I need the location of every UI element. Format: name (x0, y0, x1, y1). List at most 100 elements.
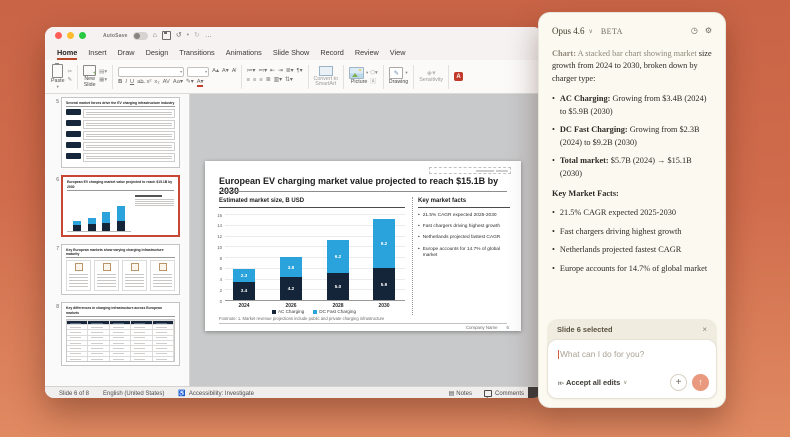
drawing-button[interactable]: ✎ ▾ Drawing (389, 67, 408, 85)
chevron-down-icon[interactable]: ∨ (589, 28, 593, 35)
zoom-window-button[interactable] (79, 32, 86, 39)
slide-title[interactable]: European EV charging market value projec… (219, 176, 507, 197)
layout-icon[interactable]: ▤▾ (99, 69, 107, 76)
chart-bar-2026[interactable]: 4.2 3.8 (280, 257, 302, 300)
legend-label: DC Fast Charging (319, 309, 357, 314)
decrease-font-icon[interactable]: A▾ (222, 68, 229, 75)
fast-forward-icon[interactable]: ▹▹ (558, 379, 564, 387)
tab-view[interactable]: View (390, 48, 406, 60)
slide-thumbnail-7[interactable]: Key European markets show varying chargi… (61, 243, 180, 296)
clipboard-group: Paste ▾ ✂ ✎ (51, 62, 72, 91)
tab-home[interactable]: Home (57, 48, 78, 60)
character-spacing-icon[interactable]: AV (163, 79, 170, 86)
undo-chevron-icon[interactable]: ▾ (187, 33, 189, 38)
save-icon[interactable] (161, 31, 171, 40)
tab-insert[interactable]: Insert (88, 48, 106, 60)
slide-facts-list[interactable]: • 21.5% CAGR expected 2025-2030 • Fast char… (418, 213, 510, 264)
language-label[interactable]: English (United States) (103, 391, 164, 397)
tab-slide-show[interactable]: Slide Show (273, 48, 310, 60)
bold-icon[interactable]: B (118, 79, 122, 86)
close-window-button[interactable] (55, 32, 62, 39)
facts-section-header[interactable]: Key market facts (418, 198, 466, 204)
composer: Slide 6 selected × What can I do for you… (547, 319, 717, 399)
home-icon[interactable]: ⌂ (153, 32, 157, 39)
highlight-icon[interactable]: ✎▾ (186, 79, 194, 86)
shapes-icon[interactable]: ⬠▾ (370, 70, 378, 77)
optional-placeholder-box[interactable] (429, 167, 511, 174)
send-button[interactable]: ↑ (692, 374, 709, 391)
chart-section-header[interactable]: Estimated market size, B USD (219, 198, 304, 204)
tab-draw[interactable]: Draw (118, 48, 135, 60)
cut-icon[interactable]: ✂ (68, 69, 73, 76)
tab-design[interactable]: Design (146, 48, 169, 60)
close-icon[interactable]: × (702, 325, 707, 334)
text-box-align-icon[interactable]: ⇅▾ (285, 77, 293, 84)
numbering-icon[interactable]: ≕▾ (258, 68, 267, 75)
section-icon[interactable]: ▦▾ (99, 77, 107, 84)
slide-canvas[interactable]: European EV charging market value projec… (205, 161, 521, 331)
text-direction-icon[interactable]: ¶▾ (297, 68, 303, 75)
align-left-icon[interactable]: ≡ (247, 77, 250, 84)
desktop-background: AutoSave ⌂ ↺ ▾ ↻ … Home Insert Draw Design T… (0, 0, 790, 437)
accessibility-label[interactable]: Accessibility: Investigate (189, 391, 254, 397)
change-case-icon[interactable]: Aa▾ (173, 79, 183, 86)
picture-label: Picture (350, 79, 368, 86)
new-slide-button[interactable]: New Slide (83, 65, 97, 88)
stacked-bar-chart[interactable]: 0 2 4 6 8 10 12 14 16 3.4 2.3 2024 4.2 3.8 2026 5.0 6.2 2… (217, 213, 405, 309)
tab-record[interactable]: Record (320, 48, 344, 60)
chat-input[interactable]: What can I do for you? (548, 340, 716, 359)
more-icon[interactable]: … (205, 32, 212, 39)
history-icon[interactable]: ◷ (691, 27, 698, 35)
justify-icon[interactable]: ≣ (266, 77, 271, 84)
model-selector[interactable]: Opus 4.6 (552, 26, 585, 36)
clear-format-icon[interactable]: A̸ (232, 68, 236, 75)
columns-icon[interactable]: ▥▾ (274, 77, 282, 84)
autosave-toggle[interactable] (132, 31, 148, 40)
strikethrough-icon[interactable]: a̶b̶ (137, 79, 143, 86)
chart-bar-2030[interactable]: 5.9 9.2 (373, 218, 395, 300)
key-facts-list: • 21.5% CAGR expected 2025-2030 • Fast char… (552, 207, 712, 275)
superscript-icon[interactable]: x² (147, 79, 152, 86)
drawing-group: ✎ ▾ Drawing (389, 62, 408, 91)
text-box-icon[interactable]: 🄰 (370, 80, 376, 86)
accept-chevron-icon[interactable]: ∨ (623, 380, 627, 386)
tab-transitions[interactable]: Transitions (179, 48, 214, 60)
bullets-icon[interactable]: ≔▾ (247, 68, 256, 75)
tab-review[interactable]: Review (355, 48, 379, 60)
slide-thumbnail-8[interactable]: Key differences in charging infrastructu… (61, 302, 180, 367)
align-center-icon[interactable]: ≡ (253, 77, 256, 84)
outdent-icon[interactable]: ⇤ (270, 68, 275, 75)
settings-gear-icon[interactable]: ⚙ (705, 27, 712, 35)
minimize-window-button[interactable] (67, 32, 74, 39)
italic-icon[interactable]: I (125, 79, 127, 86)
font-color-icon[interactable]: A▾ (196, 79, 203, 87)
paste-button[interactable]: Paste ▾ (51, 62, 65, 90)
notes-button[interactable]: ▤ Notes (449, 390, 472, 398)
slide-thumbnail-6[interactable]: European EV charging market value projec… (61, 175, 180, 237)
attach-plus-button[interactable]: + (670, 374, 687, 391)
line-spacing-icon[interactable]: ≣▾ (286, 68, 294, 75)
accept-all-edits-button[interactable]: Accept all edits (566, 378, 620, 387)
underline-icon[interactable]: U (130, 79, 134, 86)
picture-button[interactable]: ▾ ⬠▾ Picture 🄰 (348, 67, 378, 86)
legend-item: AC Charging (271, 309, 304, 314)
bar-value-label: 4.2 (287, 286, 295, 292)
convert-smartart-button[interactable]: Convert to SmartArt (314, 65, 338, 88)
addins-icon[interactable]: A (454, 72, 464, 81)
increase-font-icon[interactable]: A▴ (212, 68, 219, 75)
subscript-icon[interactable]: x₂ (154, 79, 159, 86)
chart-bar-2024[interactable]: 3.4 2.3 (233, 269, 255, 300)
slide-position-label[interactable]: Slide 6 of 8 (59, 391, 89, 397)
undo-icon[interactable]: ↺ (176, 32, 182, 39)
tab-animations[interactable]: Animations (226, 48, 262, 60)
key-fact-item: • Europe accounts for 14.7% of global mar… (552, 263, 712, 275)
format-painter-icon[interactable]: ✎ (68, 77, 73, 84)
chart-bar-2028[interactable]: 5.0 6.2 (327, 239, 349, 300)
align-right-icon[interactable]: ≡ (259, 77, 262, 84)
font-size-select[interactable] (187, 67, 210, 78)
comments-button[interactable]: Comments (483, 390, 524, 398)
slide-thumbnail-5[interactable]: Several market forces drive the EV charg… (61, 97, 180, 169)
redo-icon: ↻ (194, 32, 200, 39)
indent-icon[interactable]: ⇥ (278, 68, 283, 75)
font-name-select[interactable] (118, 67, 185, 78)
